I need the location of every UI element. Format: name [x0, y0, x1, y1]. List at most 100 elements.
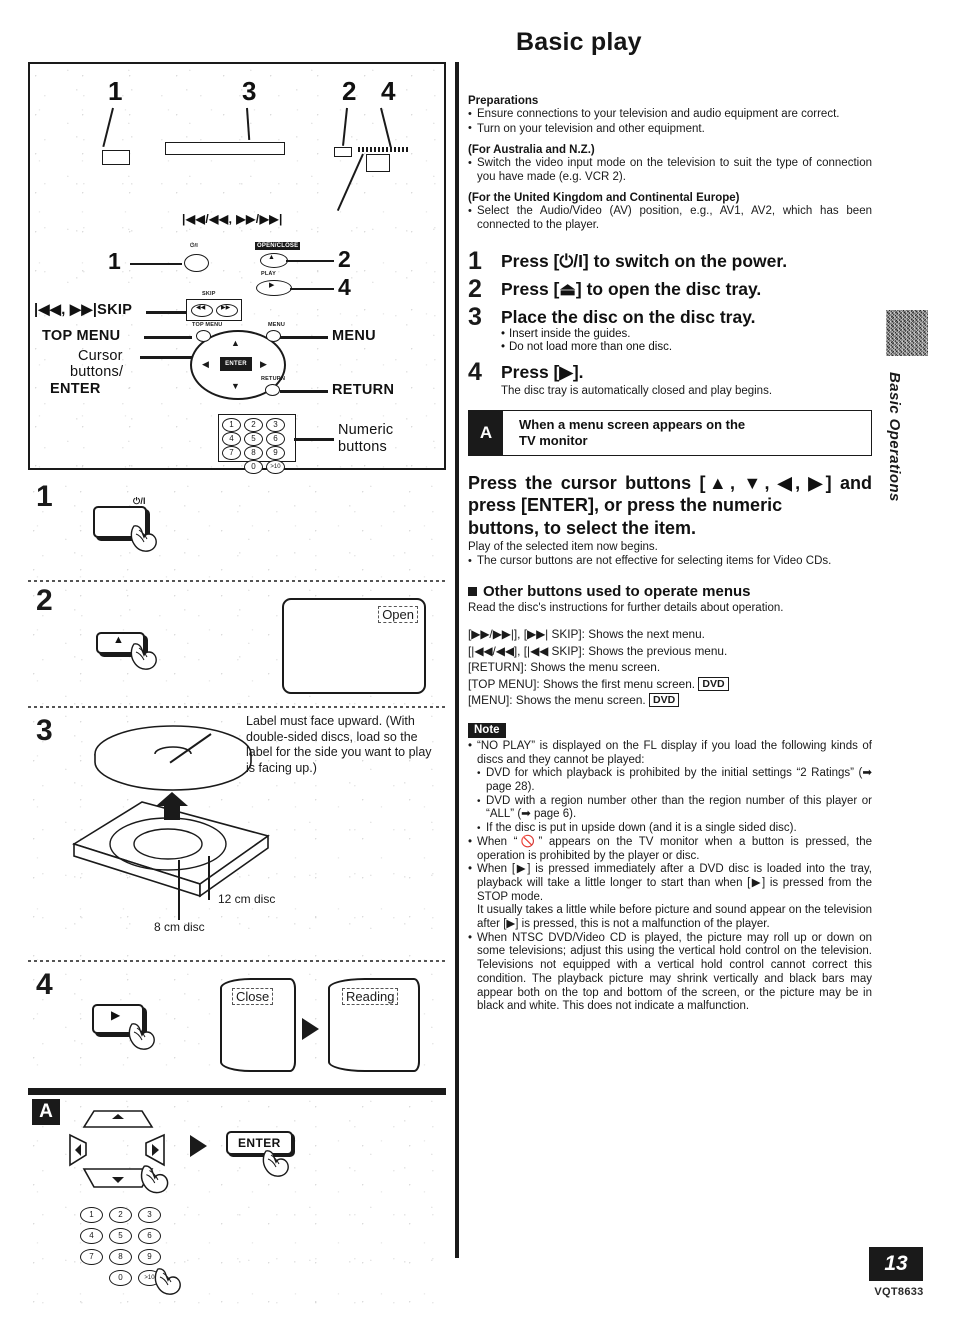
instruction-step-2: 2 Press [⏏] to open the disc tray. — [468, 275, 872, 303]
preparations-bullet: Turn on your television and other equipm… — [468, 122, 872, 137]
button-row: [RETURN]: Shows the menu screen. — [468, 659, 872, 676]
callout-a-box: A When a menu screen appears on the TV m… — [468, 409, 872, 456]
page-title: Basic play — [516, 28, 642, 56]
hand-pointer-icon — [128, 1023, 155, 1050]
panel-a-keypad-key-8: 8 — [109, 1249, 132, 1265]
other-buttons-heading-row: Other buttons used to operate menus — [468, 583, 872, 600]
remote-top-menu-button — [196, 330, 211, 342]
keypad-key-2: 2 — [244, 418, 263, 432]
note-item: “NO PLAY” is displayed on the FL display… — [468, 740, 872, 767]
note-item-continuation: It usually takes a little while before p… — [477, 904, 872, 931]
dvd-badge: DVD — [698, 676, 729, 691]
step-2-tv-screen: Open — [282, 598, 426, 694]
manual-page: 1 3 2 4 |◀◀/◀◀, ▶▶/▶▶| 1 ⏻/I OPEN/CLOSE — [0, 0, 954, 1332]
step-heading: Press [⏏] to open the disc tray. — [501, 278, 762, 299]
note-item: When [▶] is pressed immediately after a … — [468, 863, 872, 904]
callout-a-text: When a menu screen appears on the TV mon… — [503, 411, 871, 455]
step-panel-2: 2 ▲ Open — [28, 584, 446, 706]
step-2-number: 2 — [36, 584, 53, 617]
remote-numeric-label-line1: Numeric — [338, 422, 394, 438]
panel-a-keypad-key-6: 6 — [138, 1228, 161, 1244]
skip-forward-icon: ▶▶ — [221, 305, 231, 311]
keypad-key-8: 8 — [244, 446, 263, 460]
button-row: [MENU]: Shows the menu screen. DVD — [468, 692, 872, 709]
step-1-number: 1 — [36, 480, 53, 513]
note-item: DVD for which playback is prohibited by … — [468, 767, 872, 794]
remote-top-menu-button-label: TOP MENU — [192, 322, 223, 328]
keypad-key-4: 4 — [222, 432, 241, 446]
leader-line — [294, 438, 334, 441]
button-row-keys: [TOP MENU]: — [468, 676, 540, 691]
front-panel-play-button — [366, 154, 390, 172]
step-3-note: Label must face upward. (With double-sid… — [246, 714, 432, 775]
hand-pointer-icon — [262, 1150, 289, 1177]
keypad-key-7: 7 — [222, 446, 241, 460]
step-bullet: Insert inside the guides. — [501, 328, 872, 342]
remote-callout-1: 1 — [108, 248, 121, 274]
front-panel-callout-4: 4 — [381, 76, 396, 106]
region-bullet: Switch the video input mode on the telev… — [468, 157, 872, 184]
button-row-desc: Shows the next menu. — [588, 627, 705, 642]
keypad-key-6: 6 — [266, 432, 285, 446]
osd-close-text: Close — [232, 988, 274, 1005]
region-bullet: Select the Audio/Video (AV) position, e.… — [468, 205, 872, 232]
remote-power-icon-label: ⏻/I — [190, 243, 199, 249]
remote-skip-label: |◀◀, ▶▶|SKIP — [34, 302, 133, 318]
front-panel-power-button — [102, 150, 130, 165]
step-3-number: 3 — [36, 714, 53, 747]
cursor-section-plain: Play of the selected item now begins. — [468, 541, 658, 554]
note-item: When NTSC DVD/Video CD is played, the pi… — [468, 932, 872, 1014]
front-panel-callout-2: 2 — [342, 76, 357, 106]
leader-line — [130, 263, 182, 265]
remote-play-label: PLAY — [261, 271, 276, 277]
remote-skip-group-label: SKIP — [202, 291, 216, 297]
cursor-section-bullet: The cursor buttons are not effective for… — [468, 555, 872, 569]
note-tag: Note — [468, 722, 506, 738]
panel-a-keypad-key-2: 2 — [109, 1207, 132, 1223]
play-icon: ▶ — [111, 1008, 121, 1022]
other-buttons-heading: Other buttons used to operate menus — [483, 582, 751, 600]
leader-line — [102, 107, 114, 148]
preparations-bullet: Ensure connections to your television an… — [468, 108, 872, 122]
remote-return-button-label: RETURN — [261, 376, 286, 382]
square-bullet-icon — [468, 586, 477, 596]
keypad-key-3: 3 — [266, 418, 285, 432]
player-and-remote-diagram: 1 3 2 4 |◀◀/◀◀, ▶▶/▶▶| 1 ⏻/I OPEN/CLOSE — [28, 62, 446, 474]
leader-line — [246, 107, 251, 140]
leader-line — [286, 260, 334, 262]
step-number: 2 — [468, 274, 482, 303]
button-row: [|◀◀/◀◀], [|◀◀ SKIP]: Shows the previous… — [468, 643, 872, 660]
keypad-key-0: 0 — [244, 460, 263, 474]
step-heading: Press [⏻/I] to switch on the power. — [501, 250, 788, 271]
step-number: 4 — [468, 357, 482, 386]
side-tab-label: Basic Operations — [886, 372, 903, 502]
cursor-heading-line3: buttons, to select the item. — [468, 517, 697, 538]
remote-power-button — [184, 254, 209, 272]
step-separator — [28, 706, 446, 708]
panel-a-keypad-key-4: 4 — [80, 1228, 103, 1244]
panel-a-keypad-key-0: 0 — [109, 1270, 132, 1286]
remote-cursor-label-line1: Cursor — [78, 348, 123, 364]
remote-cursor-label-line3: ENTER — [50, 381, 101, 397]
step-3-caption-12cm: 12 cm disc — [218, 892, 276, 906]
step-3-caption-8cm: 8 cm disc — [154, 920, 205, 934]
panel-a-keypad-key-3: 3 — [138, 1207, 161, 1223]
keypad-key-5: 5 — [244, 432, 263, 446]
dvd-badge: DVD — [648, 693, 680, 708]
leader-line — [280, 336, 328, 339]
step-number: 3 — [468, 302, 482, 331]
leader-line — [280, 390, 328, 393]
front-panel-skip-label: |◀◀/◀◀, ▶▶/▶▶| — [182, 212, 283, 226]
cursor-down-icon: ▼ — [231, 381, 240, 391]
keypad-key-1: 1 — [222, 418, 241, 432]
cursor-left-icon: ◀ — [202, 359, 209, 369]
cursor-up-icon: ▲ — [231, 338, 240, 348]
leader-line — [290, 288, 334, 290]
panel-a-keypad-key-7: 7 — [80, 1249, 103, 1265]
step-4-screen-close: Close — [220, 978, 296, 1072]
leader-line — [178, 860, 180, 920]
osd-reading-text: Reading — [342, 988, 399, 1005]
button-row-desc: Shows the menu screen. — [515, 693, 646, 708]
step-heading: Place the disc on the disc tray. — [501, 306, 756, 327]
remote-menu-button-label: MENU — [268, 322, 285, 328]
